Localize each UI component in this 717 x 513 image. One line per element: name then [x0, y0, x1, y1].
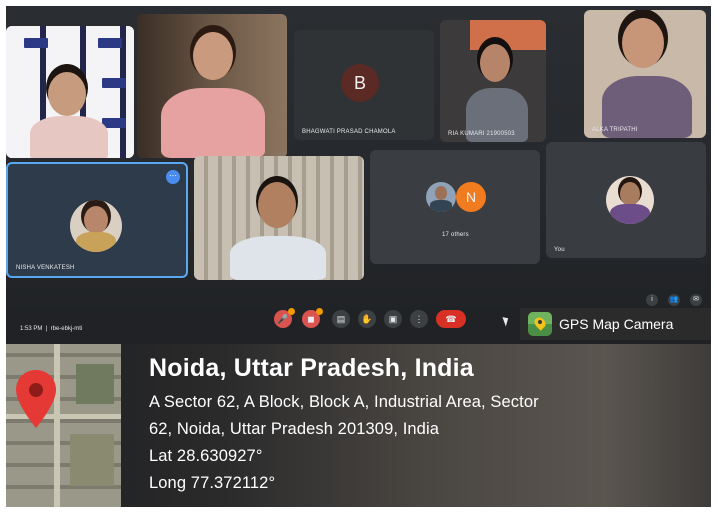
- participant-name: ALKA TRIPATHI: [592, 127, 638, 133]
- participant-name: RIA KUMARI 21900503: [448, 131, 515, 137]
- meeting-code: rbe-ebkj-mti: [50, 326, 83, 332]
- address-line: A Sector 62, A Block, Block A, Industria…: [149, 393, 539, 411]
- location-title: Noida, Uttar Pradesh, India: [149, 354, 474, 382]
- video-call-screen: B BHAGWATI PRASAD CHAMOLA RIA KUMARI 219…: [6, 6, 711, 344]
- logo-tag: [24, 38, 48, 48]
- gps-camera-label: GPS Map Camera: [559, 316, 674, 332]
- participant-video: [466, 44, 528, 142]
- avatar: B: [341, 64, 379, 102]
- warning-badge: [288, 308, 295, 315]
- participant-tile[interactable]: RIA KUMARI 21900503: [440, 20, 546, 142]
- meeting-time: 1:53 PM: [20, 326, 43, 332]
- map-camera-icon: [528, 312, 552, 336]
- gps-camera-badge: GPS Map Camera: [520, 308, 711, 340]
- raise-hand-icon[interactable]: ✋: [358, 310, 376, 328]
- participant-video: [230, 182, 326, 280]
- participant-name: You: [554, 247, 565, 253]
- present-screen-icon[interactable]: ▣: [384, 310, 402, 328]
- participant-tile[interactable]: N 17 others: [370, 150, 540, 264]
- captions-icon[interactable]: ▤: [332, 310, 350, 328]
- participant-tile[interactable]: B BHAGWATI PRASAD CHAMOLA: [294, 30, 434, 140]
- info-icon[interactable]: i: [646, 294, 658, 306]
- logo-tag: [98, 38, 122, 48]
- more-options-icon[interactable]: ⋯: [166, 170, 180, 184]
- participant-tile[interactable]: [6, 26, 134, 158]
- participant-name: BHAGWATI PRASAD CHAMOLA: [302, 129, 396, 135]
- participant-video: [155, 32, 265, 158]
- participant-name: NISHA VENKATESH: [16, 265, 75, 271]
- participant-video: [602, 18, 692, 138]
- participant-video: [28, 68, 108, 158]
- participant-tile[interactable]: You: [546, 142, 706, 258]
- latitude-label: Lat 28.630927°: [149, 447, 263, 465]
- participant-tile[interactable]: ⋯ NISHA VENKATESH: [6, 162, 188, 278]
- chat-icon[interactable]: ✉: [690, 294, 702, 306]
- participant-avatar: [426, 182, 456, 212]
- others-count: 17 others: [442, 232, 469, 238]
- participant-avatar: [606, 176, 654, 224]
- map-pin-icon: [16, 370, 56, 428]
- participant-tile[interactable]: [194, 156, 364, 280]
- photo-frame: B BHAGWATI PRASAD CHAMOLA RIA KUMARI 219…: [6, 6, 711, 507]
- longitude-label: Long 77.372112°: [149, 474, 276, 492]
- meeting-info: 1:53 PM | rbe-ebkj-mti: [20, 326, 83, 332]
- participant-tile[interactable]: ALKA TRIPATHI: [584, 10, 706, 138]
- participant-tile[interactable]: [137, 14, 287, 158]
- people-icon[interactable]: 👥: [668, 294, 680, 306]
- more-options-icon[interactable]: ⋮: [410, 310, 428, 328]
- map-thumbnail: [6, 344, 121, 507]
- participant-avatar: [70, 200, 122, 252]
- location-details: Noida, Uttar Pradesh, India A Sector 62,…: [149, 354, 539, 493]
- address-line: 62, Noida, Uttar Pradesh 201309, India: [149, 420, 439, 438]
- warning-badge: [316, 308, 323, 315]
- location-overlay: Noida, Uttar Pradesh, India A Sector 62,…: [6, 344, 711, 507]
- end-call-button[interactable]: ☎: [436, 310, 466, 328]
- avatar: N: [456, 182, 486, 212]
